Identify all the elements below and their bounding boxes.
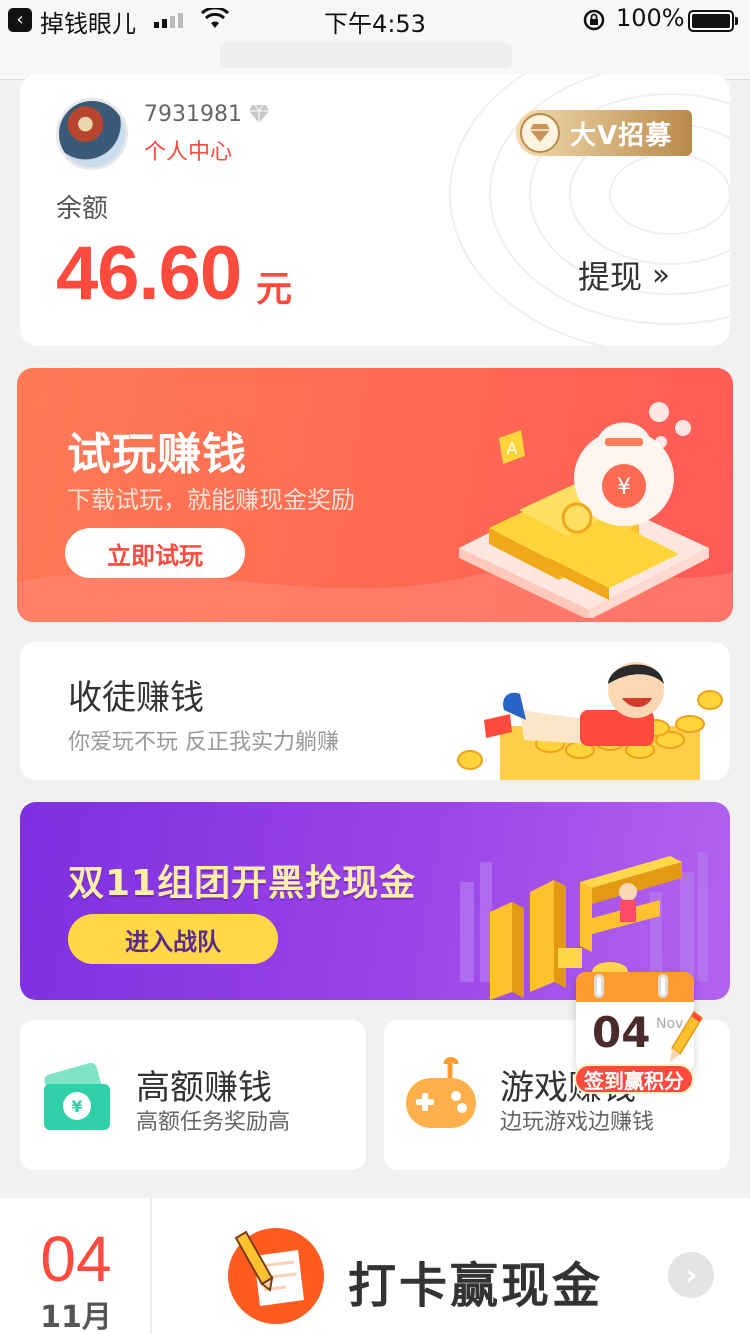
try-now-button[interactable]: 立即试玩 [65,528,245,578]
high-pay-card[interactable]: ¥ 高额赚钱 高额任务奖励高 [20,1020,366,1170]
date-block: 04 11月 [0,1198,152,1334]
join-team-button[interactable]: 进入战队 [68,914,278,964]
personal-center-link[interactable]: 个人中心 [144,134,232,166]
apprentice-title: 收徒赚钱 [68,678,204,718]
calendar-day: 04 [592,1008,651,1057]
withdraw-label: 提现 [578,258,643,296]
trial-title: 试玩赚钱 [67,429,247,480]
address-bar [220,42,512,68]
user-id: 7931981 [144,102,242,127]
pencil-icon [670,1010,703,1062]
withdraw-button[interactable]: 提现 ›› [578,252,670,298]
notebook-pencil-icon [228,1228,324,1324]
high-pay-subtitle: 高额任务奖励高 [136,1110,291,1135]
chevron-right-icon[interactable]: › [668,1252,714,1298]
battery-percent: 100% [616,4,685,32]
apprentice-subtitle: 你爱玩不玩 反正我实力躺赚 [68,730,339,755]
profile-card: 7931981 个人中心 大V招募 余额 46.60 元 提现 ›› [20,74,730,346]
date-day: 04 [40,1223,112,1295]
vip-recruit-label: 大V招募 [570,120,673,151]
clockin-title: 打卡赢现金 [348,1258,604,1314]
game-earn-subtitle: 边玩游戏边赚钱 [500,1110,655,1135]
orientation-lock-icon [583,9,605,31]
double-chevron-right-icon: ›› [652,257,670,293]
balance-label: 余额 [56,194,109,224]
trial-subtitle: 下载试玩，就能赚现金奖励 [67,486,355,514]
battery-icon [688,10,738,32]
avatar[interactable] [56,98,128,170]
clockin-bar[interactable]: 04 11月 打卡赢现金 › [0,1198,750,1334]
checkin-points-badge: 签到赢积分 [574,1064,694,1094]
apprentice-earn-card[interactable]: 收徒赚钱 你爱玩不玩 反正我实力躺赚 [20,642,730,780]
date-month: 11月 [40,1300,112,1334]
diamond-badge-icon [520,113,560,153]
gamepad-icon [406,1057,476,1128]
svg-text:¥: ¥ [617,475,631,500]
money-bag-illustration: ¥ A [459,402,709,618]
status-bar: ‹ 掉钱眼儿 下午4:53 100% [0,0,750,80]
lying-boy-coins-illustration [457,662,723,780]
svg-text:A: A [507,439,518,458]
balance-unit: 元 [256,269,293,310]
money-ticket-icon: ¥ [44,1062,110,1130]
double11-title: 双11组团开黑抢现金 [68,863,417,904]
floating-checkin-widget[interactable]: 04 Nov 签到赢积分 [572,964,710,1096]
trial-earn-banner[interactable]: 试玩赚钱 下载试玩，就能赚现金奖励 立即试玩 ¥ A [17,368,733,622]
vip-recruit-button[interactable]: 大V招募 [516,110,692,156]
high-pay-title: 高额赚钱 [136,1068,272,1108]
balance-amount: 46.60 [56,231,242,316]
svg-text:¥: ¥ [71,1097,82,1116]
diamond-icon [249,104,269,123]
